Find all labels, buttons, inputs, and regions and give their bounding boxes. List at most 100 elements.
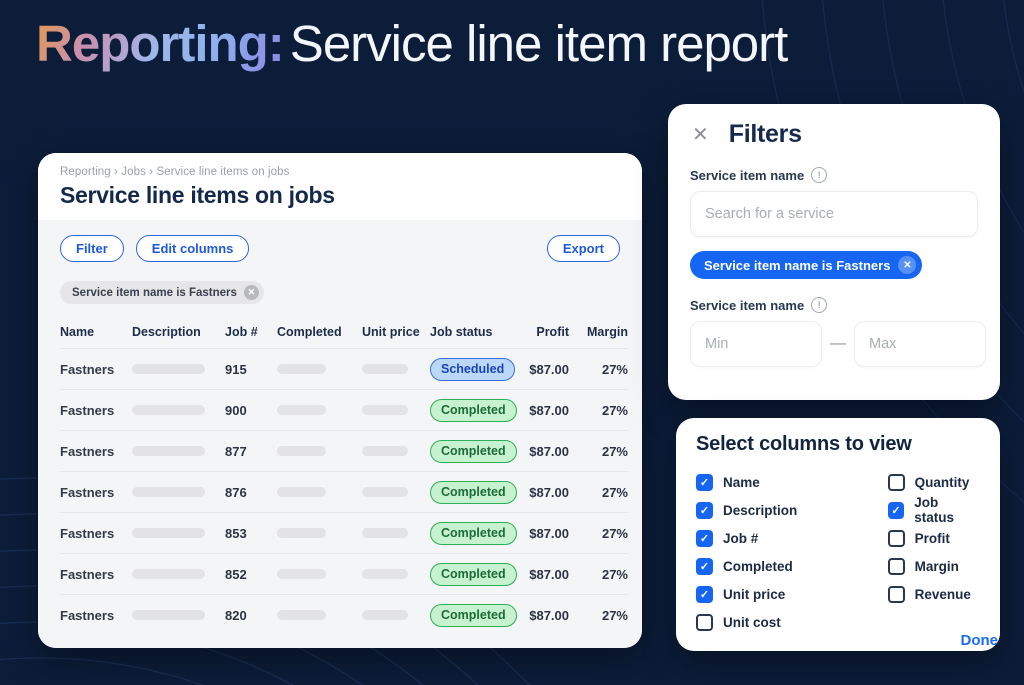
report-title: Service line items on jobs: [60, 182, 620, 209]
checkbox-unchecked[interactable]: [888, 586, 905, 603]
checkbox-unchecked[interactable]: [888, 474, 905, 491]
column-option-completed[interactable]: ✓Completed: [696, 552, 888, 580]
cell-completed: [277, 405, 362, 415]
info-icon[interactable]: !: [811, 297, 827, 313]
status-badge: Completed: [430, 563, 517, 586]
cell-job-status: Completed: [430, 604, 525, 627]
checkbox-checked-icon[interactable]: ✓: [696, 558, 713, 575]
column-header[interactable]: Job #: [225, 325, 277, 339]
cell-margin: 27%: [569, 608, 628, 623]
checkbox-checked-icon[interactable]: ✓: [696, 502, 713, 519]
cell-job-status: Completed: [430, 522, 525, 545]
cell-description: [132, 487, 225, 497]
cell-job-number: 820: [225, 608, 277, 623]
cell-unit-price: [362, 487, 430, 497]
column-option-label: Job status: [914, 495, 980, 525]
cell-profit: $87.00: [525, 526, 569, 541]
cell-unit-price: [362, 364, 430, 374]
cell-name: Fastners: [60, 485, 132, 500]
edit-columns-button[interactable]: Edit columns: [136, 235, 250, 262]
cell-name: Fastners: [60, 608, 132, 623]
column-option-quantity[interactable]: Quantity: [888, 468, 980, 496]
column-option-revenue[interactable]: Revenue: [888, 580, 980, 608]
cell-name: Fastners: [60, 444, 132, 459]
cell-job-number: 876: [225, 485, 277, 500]
column-option-job-status[interactable]: ✓ Job status: [888, 496, 980, 524]
info-icon[interactable]: !: [811, 167, 827, 183]
column-option-label: Unit cost: [723, 615, 781, 630]
cell-completed: [277, 446, 362, 456]
export-button[interactable]: Export: [547, 235, 620, 262]
cell-profit: $87.00: [525, 403, 569, 418]
column-option-unit-cost[interactable]: Unit cost: [696, 608, 888, 636]
completed-placeholder: [277, 487, 326, 497]
close-icon[interactable]: ✕: [690, 123, 711, 147]
cell-description: [132, 569, 225, 579]
max-input[interactable]: [854, 321, 986, 367]
cell-profit: $87.00: [525, 567, 569, 582]
checkbox-unchecked[interactable]: [888, 558, 905, 575]
remove-filter-icon[interactable]: ✕: [244, 285, 259, 300]
cell-profit: $87.00: [525, 608, 569, 623]
column-header[interactable]: Job status: [430, 325, 525, 339]
completed-placeholder: [277, 528, 326, 538]
page-title-highlight: Reporting:: [36, 15, 290, 72]
column-option-profit[interactable]: Profit: [888, 524, 980, 552]
cell-description: [132, 405, 225, 415]
cell-job-status: Completed: [430, 481, 525, 504]
column-option-label: Description: [723, 503, 797, 518]
select-columns-panel: Select columns to view ✓ Name ✓ Description…: [676, 418, 1000, 651]
checkbox-checked-icon[interactable]: ✓: [696, 474, 713, 491]
column-option-job-[interactable]: ✓ Job #: [696, 524, 888, 552]
column-header[interactable]: Margin: [569, 325, 628, 339]
remove-applied-filter-icon[interactable]: ✕: [898, 256, 916, 274]
column-option-label: Name: [723, 475, 760, 490]
active-filter-chip[interactable]: Service item name is Fastners ✕: [60, 281, 264, 304]
status-badge: Completed: [430, 481, 517, 504]
breadcrumb[interactable]: Reporting › Jobs › Service line items on…: [60, 166, 620, 178]
unit-price-placeholder: [362, 569, 408, 579]
column-option-name[interactable]: ✓ Name: [696, 468, 888, 496]
column-option-description[interactable]: ✓ Description: [696, 496, 888, 524]
column-option-label: Quantity: [915, 475, 970, 490]
description-placeholder: [132, 446, 205, 456]
cell-margin: 27%: [569, 362, 628, 377]
completed-placeholder: [277, 364, 326, 374]
cell-job-number: 877: [225, 444, 277, 459]
min-input[interactable]: [690, 321, 822, 367]
cell-description: [132, 610, 225, 620]
range-field-label: Service item name !: [690, 297, 978, 313]
checkbox-unchecked[interactable]: [888, 530, 905, 547]
column-header[interactable]: Description: [132, 325, 225, 339]
cell-name: Fastners: [60, 403, 132, 418]
checkbox-checked-icon[interactable]: ✓: [696, 586, 713, 603]
column-header[interactable]: Unit price: [362, 325, 430, 339]
checkbox-column-right: Quantity ✓ Job statusProfit Margin Revenue: [888, 468, 980, 636]
completed-placeholder: [277, 569, 326, 579]
table-body: Fastners915Scheduled$87.0027%Fastners900…: [60, 348, 628, 635]
column-header[interactable]: Name: [60, 325, 132, 339]
filter-button[interactable]: Filter: [60, 235, 124, 262]
column-option-label: Margin: [915, 559, 959, 574]
applied-filter-chip[interactable]: Service item name is Fastners ✕: [690, 251, 922, 279]
cell-margin: 27%: [569, 526, 628, 541]
column-option-margin[interactable]: Margin: [888, 552, 980, 580]
column-option-label: Unit price: [723, 587, 785, 602]
description-placeholder: [132, 610, 205, 620]
column-option-unit-price[interactable]: ✓ Unit price: [696, 580, 888, 608]
service-search-input[interactable]: [690, 191, 978, 237]
select-columns-title: Select columns to view: [696, 433, 980, 456]
active-filter-chip-label: Service item name is Fastners: [72, 287, 237, 299]
column-header[interactable]: Completed: [277, 325, 362, 339]
column-option-label: Job #: [723, 531, 758, 546]
done-button[interactable]: Done: [961, 632, 999, 649]
cell-unit-price: [362, 446, 430, 456]
column-header[interactable]: Profit: [525, 325, 569, 339]
status-badge: Completed: [430, 399, 517, 422]
cell-description: [132, 364, 225, 374]
cell-margin: 27%: [569, 444, 628, 459]
checkbox-checked-icon[interactable]: ✓: [696, 530, 713, 547]
checkbox-checked-icon[interactable]: ✓: [888, 502, 905, 519]
cell-job-number: 853: [225, 526, 277, 541]
checkbox-unchecked[interactable]: [696, 614, 713, 631]
